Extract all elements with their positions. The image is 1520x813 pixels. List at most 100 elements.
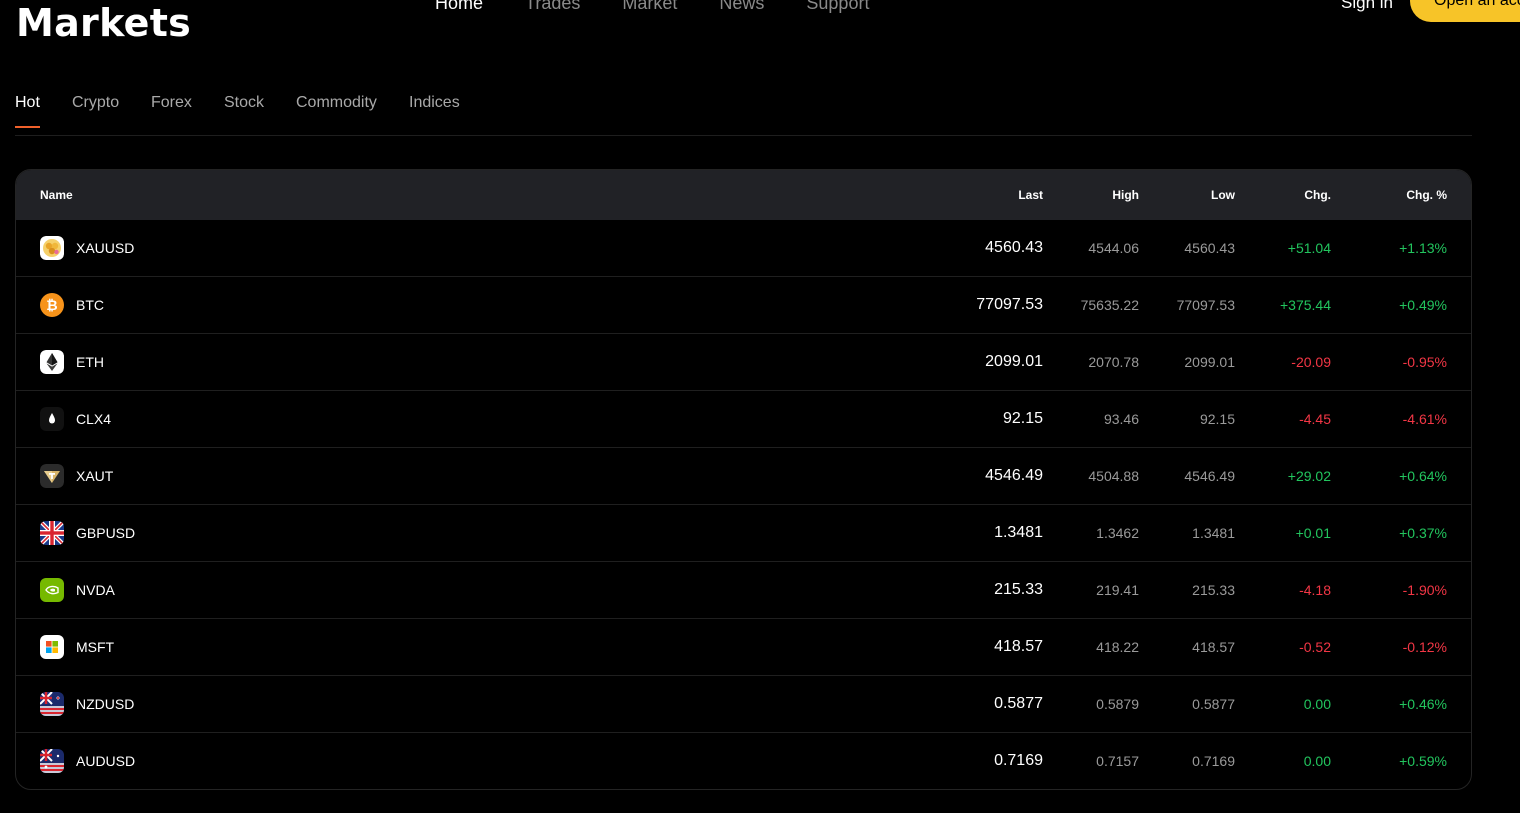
row-low: 215.33 <box>1192 582 1235 598</box>
markets-table: Name Last High Low Chg. Chg. % XAUUSD 45… <box>15 169 1472 790</box>
markets-page: Markets Home Trades Market News Support … <box>0 0 1520 813</box>
row-symbol: XAUUSD <box>76 240 135 256</box>
microsoft-icon <box>40 635 64 659</box>
table-row[interactable]: ₿ BTC 77097.53 75635.22 77097.53 +375.44… <box>16 277 1471 334</box>
au-flag-icon <box>40 749 64 773</box>
ethereum-icon <box>40 350 64 374</box>
tab-forex[interactable]: Forex <box>151 88 192 135</box>
table-body: XAUUSD 4560.43 4544.06 4560.43 +51.04 +1… <box>16 220 1471 789</box>
row-chg-pct: -0.95% <box>1402 354 1447 370</box>
row-high: 418.22 <box>1096 639 1139 655</box>
row-last: 215.33 <box>994 581 1043 598</box>
row-chg-pct: -4.61% <box>1402 411 1447 427</box>
table-row[interactable]: ETH 2099.01 2070.78 2099.01 -20.09 -0.95… <box>16 334 1471 391</box>
row-chg: 0.00 <box>1303 753 1331 769</box>
row-chg: -20.09 <box>1291 354 1331 370</box>
nav-market[interactable]: Market <box>622 0 677 15</box>
row-high: 93.46 <box>1103 411 1139 427</box>
column-header-chg[interactable]: Chg. <box>1304 170 1331 220</box>
row-symbol: BTC <box>76 297 104 313</box>
open-account-button[interactable]: Open an account <box>1410 0 1520 22</box>
nvidia-icon <box>40 578 64 602</box>
row-low: 1.3481 <box>1192 525 1235 541</box>
table-row[interactable]: XAUT 4546.49 4504.88 4546.49 +29.02 +0.6… <box>16 448 1471 505</box>
row-last: 77097.53 <box>976 296 1043 313</box>
row-chg-pct: +1.13% <box>1399 240 1447 256</box>
row-symbol: AUDUSD <box>76 753 136 769</box>
row-last: 418.57 <box>994 638 1043 655</box>
row-symbol: GBPUSD <box>76 525 136 541</box>
column-header-name[interactable]: Name <box>40 170 73 220</box>
row-symbol: XAUT <box>76 468 114 484</box>
row-symbol: NZDUSD <box>76 696 135 712</box>
column-header-chg-pct[interactable]: Chg. % <box>1406 170 1447 220</box>
row-chg: +51.04 <box>1287 240 1331 256</box>
tab-crypto[interactable]: Crypto <box>72 88 119 135</box>
row-chg: 0.00 <box>1303 696 1331 712</box>
row-high: 0.5879 <box>1096 696 1139 712</box>
row-chg: -4.45 <box>1299 411 1331 427</box>
row-last: 1.3481 <box>994 524 1043 541</box>
table-row[interactable]: NVDA 215.33 219.41 215.33 -4.18 -1.90% <box>16 562 1471 619</box>
table-row[interactable]: NZDUSD 0.5877 0.5879 0.5877 0.00 +0.46% <box>16 676 1471 733</box>
tab-stock[interactable]: Stock <box>224 88 264 135</box>
tab-hot[interactable]: Hot <box>15 88 40 135</box>
svg-text:₿: ₿ <box>46 298 57 314</box>
row-low: 4546.49 <box>1184 468 1235 484</box>
column-header-low[interactable]: Low <box>1211 170 1235 220</box>
page-title: Markets <box>16 1 192 45</box>
row-high: 2070.78 <box>1088 354 1139 370</box>
row-chg-pct: +0.37% <box>1399 525 1447 541</box>
row-chg: +0.01 <box>1295 525 1331 541</box>
nav-home[interactable]: Home <box>435 0 483 15</box>
bitcoin-icon: ₿ <box>40 293 64 317</box>
nav-trades[interactable]: Trades <box>525 0 580 15</box>
row-last: 92.15 <box>1002 410 1043 427</box>
row-low: 4560.43 <box>1184 240 1235 256</box>
column-header-last[interactable]: Last <box>1018 170 1043 220</box>
row-high: 4504.88 <box>1088 468 1139 484</box>
sign-in-link[interactable]: Sign in <box>1341 0 1393 15</box>
nav-news[interactable]: News <box>719 0 764 15</box>
nav-support[interactable]: Support <box>806 0 869 15</box>
table-row[interactable]: GBPUSD 1.3481 1.3462 1.3481 +0.01 +0.37% <box>16 505 1471 562</box>
row-chg: -4.18 <box>1299 582 1331 598</box>
row-chg-pct: +0.49% <box>1399 297 1447 313</box>
uk-flag-icon <box>40 521 64 545</box>
table-row[interactable]: XAUUSD 4560.43 4544.06 4560.43 +51.04 +1… <box>16 220 1471 277</box>
row-last: 4546.49 <box>985 467 1043 484</box>
row-low: 0.5877 <box>1192 696 1235 712</box>
row-last: 4560.43 <box>985 239 1043 256</box>
row-symbol: MSFT <box>76 639 115 655</box>
row-high: 0.7157 <box>1096 753 1139 769</box>
row-symbol: NVDA <box>76 582 115 598</box>
row-symbol: ETH <box>76 354 104 370</box>
oil-drop-icon <box>40 407 64 431</box>
row-last: 2099.01 <box>985 353 1043 370</box>
tab-indices[interactable]: Indices <box>409 88 460 135</box>
row-high: 75635.22 <box>1080 297 1139 313</box>
row-chg-pct: +0.59% <box>1399 753 1447 769</box>
row-chg-pct: +0.46% <box>1399 696 1447 712</box>
tether-gold-icon <box>40 464 64 488</box>
row-low: 418.57 <box>1192 639 1235 655</box>
table-header: Name Last High Low Chg. Chg. % <box>16 170 1471 220</box>
nz-flag-icon <box>40 692 64 716</box>
gold-coin-icon <box>40 236 64 260</box>
column-header-high[interactable]: High <box>1112 170 1139 220</box>
row-last: 0.5877 <box>994 695 1043 712</box>
row-low: 2099.01 <box>1184 354 1235 370</box>
row-low: 77097.53 <box>1176 297 1235 313</box>
top-nav: Home Trades Market News Support <box>435 0 911 15</box>
row-high: 1.3462 <box>1096 525 1139 541</box>
row-chg: -0.52 <box>1299 639 1331 655</box>
row-low: 92.15 <box>1199 411 1235 427</box>
row-last: 0.7169 <box>994 752 1043 769</box>
table-row[interactable]: CLX4 92.15 93.46 92.15 -4.45 -4.61% <box>16 391 1471 448</box>
tab-commodity[interactable]: Commodity <box>296 88 377 135</box>
table-row[interactable]: AUDUSD 0.7169 0.7157 0.7169 0.00 +0.59% <box>16 733 1471 789</box>
table-row[interactable]: MSFT 418.57 418.22 418.57 -0.52 -0.12% <box>16 619 1471 676</box>
row-high: 4544.06 <box>1088 240 1139 256</box>
row-chg-pct: -0.12% <box>1402 639 1447 655</box>
row-symbol: CLX4 <box>76 411 112 427</box>
